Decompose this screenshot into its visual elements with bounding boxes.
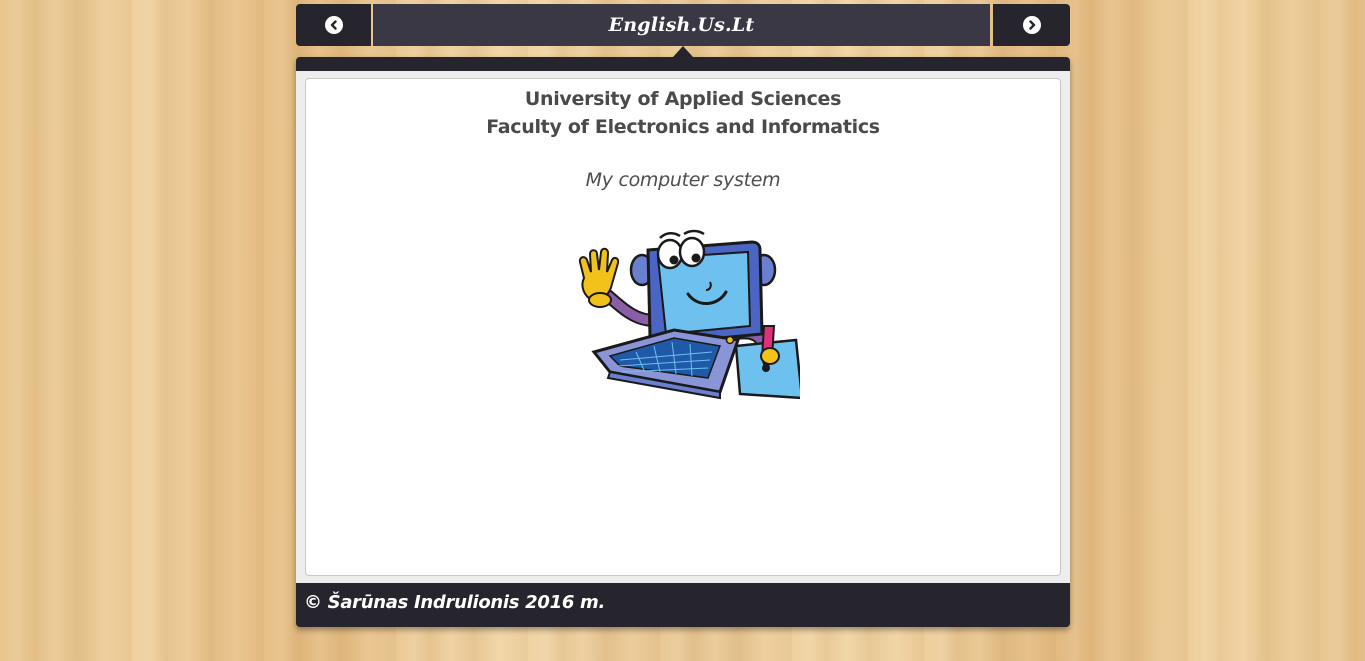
previous-page-button[interactable] <box>296 4 371 46</box>
faculty-heading: Faculty of Electronics and Informatics <box>486 116 880 138</box>
footer-copyright: © Šarūnas Indrulionis 2016 m. <box>304 592 606 613</box>
chevron-circle-right-icon <box>1022 16 1041 34</box>
panel-inner: University of Applied Sciences Faculty o… <box>296 71 1070 583</box>
site-title[interactable]: English.Us.Lt <box>609 14 755 36</box>
page-subtitle: My computer system <box>585 169 781 191</box>
next-page-button[interactable] <box>993 4 1070 46</box>
main-panel: University of Applied Sciences Faculty o… <box>296 57 1070 627</box>
chevron-circle-left-icon <box>324 16 343 34</box>
content-card: University of Applied Sciences Faculty o… <box>305 78 1061 576</box>
cartoon-laptop-illustration <box>578 229 800 400</box>
header-title-bar: English.Us.Lt <box>373 4 990 46</box>
title-pointer-arrow <box>673 46 693 57</box>
university-heading: University of Applied Sciences <box>524 88 842 110</box>
